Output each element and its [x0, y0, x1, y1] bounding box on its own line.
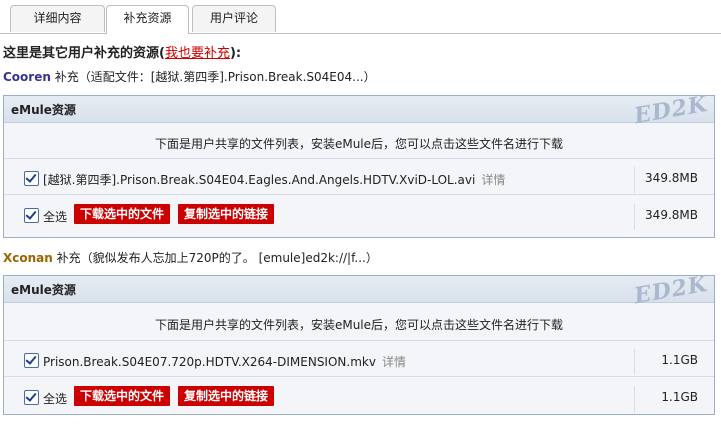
intro-label: 这里是其它用户补充的资源( — [3, 46, 165, 61]
column-divider — [634, 349, 635, 375]
row-divider — [4, 340, 714, 341]
download-notice: 下面是用户共享的文件列表，安装eMule后，您可以点击这些文件名进行下载 — [154, 318, 564, 332]
total-size: 1.1GB — [661, 390, 698, 404]
tab-details[interactable]: 详细内容 — [10, 5, 105, 32]
select-row: 全选 下载选中的文件 复制选中的链接 1.1GB — [4, 376, 714, 412]
column-divider — [634, 204, 635, 230]
tab-comments[interactable]: 用户评论 — [192, 5, 276, 32]
file-name-link[interactable]: [越狱.第四季].Prison.Break.S04E04.Eagles.And.… — [43, 171, 505, 188]
file-size: 349.8MB — [645, 171, 698, 185]
row-divider — [4, 158, 714, 159]
emule-resource-box: eMule资源 ED2K 下面是用户共享的文件列表，安装eMule后，您可以点击… — [3, 91, 715, 238]
select-all-checkbox[interactable] — [24, 208, 39, 223]
file-row: Prison.Break.S04E07.720p.HDTV.X264-DIMEN… — [4, 340, 714, 375]
box-title: eMule资源 — [11, 283, 76, 297]
user-name[interactable]: Cooren — [3, 70, 51, 84]
ed2k-badge: ED2K — [632, 90, 710, 130]
tab-supplement[interactable]: 补充资源 — [106, 5, 189, 34]
download-selected-button[interactable]: 下载选中的文件 — [74, 386, 171, 406]
supplement-line: Cooren 补充（适配文件：[越狱.第四季].Prison.Break.S04… — [3, 68, 376, 85]
row-divider — [4, 376, 714, 377]
total-size: 349.8MB — [645, 208, 698, 222]
select-all-checkbox[interactable] — [24, 390, 39, 405]
box-header: eMule资源 ED2K — [4, 271, 714, 309]
intro-end: ): — [229, 46, 242, 61]
intro-text: 这里是其它用户补充的资源(我也要补充): — [3, 42, 241, 61]
download-selected-button[interactable]: 下载选中的文件 — [74, 204, 171, 224]
select-row: 全选 下载选中的文件 复制选中的链接 349.8MB — [4, 194, 714, 230]
select-all-label[interactable]: 全选 — [43, 390, 67, 407]
column-divider — [634, 386, 635, 412]
file-row: [越狱.第四季].Prison.Break.S04E04.Eagles.And.… — [4, 158, 714, 193]
file-checkbox[interactable] — [24, 353, 39, 368]
supplement-text: 补充（貌似发布人忘加上720P的了。 [emule]ed2k://|f...） — [52, 251, 378, 265]
emule-resource-box: eMule资源 ED2K 下面是用户共享的文件列表，安装eMule后，您可以点击… — [3, 271, 715, 415]
file-name[interactable]: Prison.Break.S04E07.720p.HDTV.X264-DIMEN… — [43, 355, 376, 369]
row-divider — [4, 194, 714, 195]
box-title: eMule资源 — [11, 103, 76, 117]
ed2k-badge: ED2K — [632, 270, 710, 310]
supplement-line: Xconan 补充（貌似发布人忘加上720P的了。 [emule]ed2k://… — [3, 249, 378, 266]
download-notice: 下面是用户共享的文件列表，安装eMule后，您可以点击这些文件名进行下载 — [154, 137, 564, 151]
column-divider — [634, 167, 635, 193]
box-header: eMule资源 ED2K — [4, 91, 714, 129]
file-size: 1.1GB — [661, 353, 698, 367]
tab-bar: 详细内容 补充资源 用户评论 — [0, 0, 721, 34]
file-checkbox[interactable] — [24, 171, 39, 186]
supplement-text: 补充（适配文件：[越狱.第四季].Prison.Break.S04E04...） — [50, 70, 376, 84]
select-all-label[interactable]: 全选 — [43, 208, 67, 225]
detail-link[interactable]: 详情 — [382, 355, 406, 369]
file-name[interactable]: [越狱.第四季].Prison.Break.S04E04.Eagles.And.… — [43, 173, 475, 187]
user-name[interactable]: Xconan — [3, 251, 53, 265]
file-name-link[interactable]: Prison.Break.S04E07.720p.HDTV.X264-DIMEN… — [43, 353, 406, 370]
copy-links-button[interactable]: 复制选中的链接 — [178, 204, 275, 224]
copy-links-button[interactable]: 复制选中的链接 — [178, 386, 275, 406]
detail-link[interactable]: 详情 — [481, 173, 505, 187]
add-supplement-link[interactable]: 我也要补充 — [165, 46, 230, 61]
